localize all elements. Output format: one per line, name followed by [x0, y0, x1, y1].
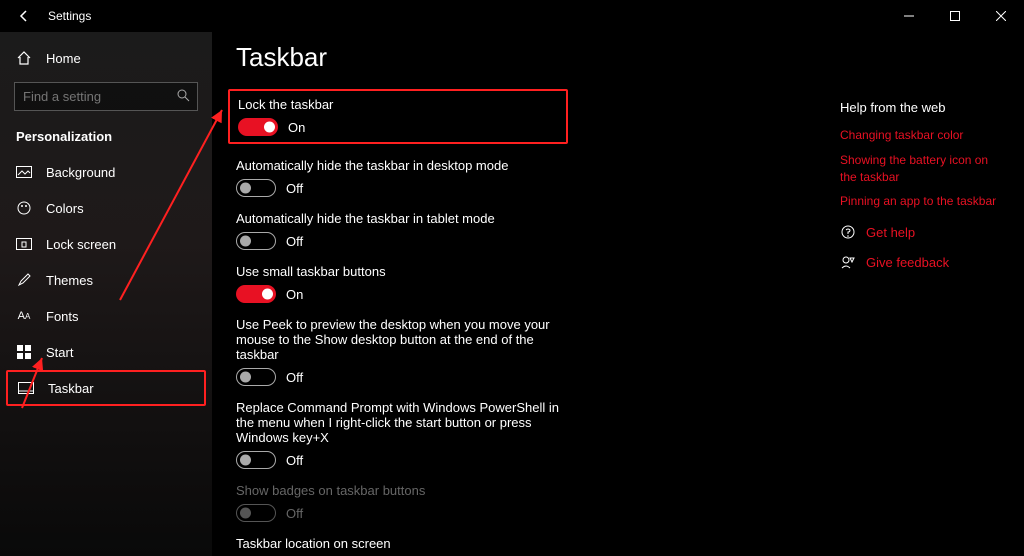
setting-autohide-tablet: Automatically hide the taskbar in tablet… [236, 211, 576, 250]
toggle-state: On [288, 120, 305, 135]
sidebar-item-fonts[interactable]: AA Fonts [0, 298, 212, 334]
font-icon: AA [16, 308, 32, 324]
setting-label: Taskbar location on screen [236, 536, 576, 551]
setting-label: Automatically hide the taskbar in deskto… [236, 158, 576, 173]
setting-powershell: Replace Command Prompt with Windows Powe… [236, 400, 576, 469]
toggle-state: Off [286, 453, 303, 468]
page-title: Taskbar [236, 42, 1000, 73]
maximize-button[interactable] [932, 0, 978, 32]
sidebar-item-start[interactable]: Start [0, 334, 212, 370]
section-label: Personalization [0, 121, 212, 154]
help-icon [840, 224, 856, 240]
help-link[interactable]: Pinning an app to the taskbar [840, 193, 1000, 210]
help-panel: Help from the web Changing taskbar color… [840, 100, 1000, 270]
help-action-label: Give feedback [866, 255, 949, 270]
sidebar-item-lockscreen[interactable]: Lock screen [0, 226, 212, 262]
sidebar-item-label: Colors [46, 201, 84, 216]
sidebar-item-label: Taskbar [48, 381, 94, 396]
get-help-link[interactable]: Get help [840, 224, 1000, 240]
setting-label: Use Peek to preview the desktop when you… [236, 317, 576, 362]
minimize-button[interactable] [886, 0, 932, 32]
home-label: Home [46, 51, 81, 66]
toggle-powershell[interactable] [236, 451, 276, 469]
toggle-state: Off [286, 506, 303, 521]
toggle-state: Off [286, 234, 303, 249]
feedback-link[interactable]: Give feedback [840, 254, 1000, 270]
start-icon [16, 344, 32, 360]
feedback-icon [840, 254, 856, 270]
brush-icon [16, 272, 32, 288]
sidebar-item-label: Themes [46, 273, 93, 288]
setting-label: Show badges on taskbar buttons [236, 483, 576, 498]
sidebar-item-label: Start [46, 345, 73, 360]
help-action-label: Get help [866, 225, 915, 240]
content-area: Taskbar Lock the taskbar On Automaticall… [212, 32, 1024, 556]
sidebar-item-label: Background [46, 165, 115, 180]
close-button[interactable] [978, 0, 1024, 32]
toggle-state: Off [286, 370, 303, 385]
setting-location: Taskbar location on screen Top [236, 536, 576, 556]
back-button[interactable] [14, 6, 34, 26]
taskbar-icon [18, 380, 34, 396]
help-link[interactable]: Changing taskbar color [840, 127, 1000, 144]
setting-lock-taskbar: Lock the taskbar On [228, 89, 568, 144]
sidebar-item-label: Fonts [46, 309, 79, 324]
toggle-autohide-tablet[interactable] [236, 232, 276, 250]
sidebar-item-themes[interactable]: Themes [0, 262, 212, 298]
setting-label: Lock the taskbar [238, 97, 558, 112]
picture-icon [16, 164, 32, 180]
setting-peek: Use Peek to preview the desktop when you… [236, 317, 576, 386]
setting-label: Use small taskbar buttons [236, 264, 576, 279]
help-link[interactable]: Showing the battery icon on the taskbar [840, 152, 1000, 186]
window-title: Settings [48, 9, 91, 23]
help-title: Help from the web [840, 100, 1000, 115]
setting-small-buttons: Use small taskbar buttons On [236, 264, 576, 303]
toggle-autohide-desktop[interactable] [236, 179, 276, 197]
toggle-state: Off [286, 181, 303, 196]
setting-badges: Show badges on taskbar buttons Off [236, 483, 576, 522]
home-nav[interactable]: Home [0, 40, 212, 76]
toggle-lock-taskbar[interactable] [238, 118, 278, 136]
search-input[interactable] [14, 82, 198, 111]
setting-autohide-desktop: Automatically hide the taskbar in deskto… [236, 158, 576, 197]
setting-label: Automatically hide the taskbar in tablet… [236, 211, 576, 226]
sidebar: Home Personalization Background Colors L… [0, 32, 212, 556]
toggle-small-buttons[interactable] [236, 285, 276, 303]
lockscreen-icon [16, 236, 32, 252]
toggle-badges [236, 504, 276, 522]
sidebar-item-label: Lock screen [46, 237, 116, 252]
sidebar-item-taskbar[interactable]: Taskbar [6, 370, 206, 406]
setting-label: Replace Command Prompt with Windows Powe… [236, 400, 576, 445]
sidebar-item-background[interactable]: Background [0, 154, 212, 190]
toggle-peek[interactable] [236, 368, 276, 386]
toggle-state: On [286, 287, 303, 302]
search-icon [176, 88, 190, 102]
home-icon [16, 50, 32, 66]
palette-icon [16, 200, 32, 216]
sidebar-item-colors[interactable]: Colors [0, 190, 212, 226]
